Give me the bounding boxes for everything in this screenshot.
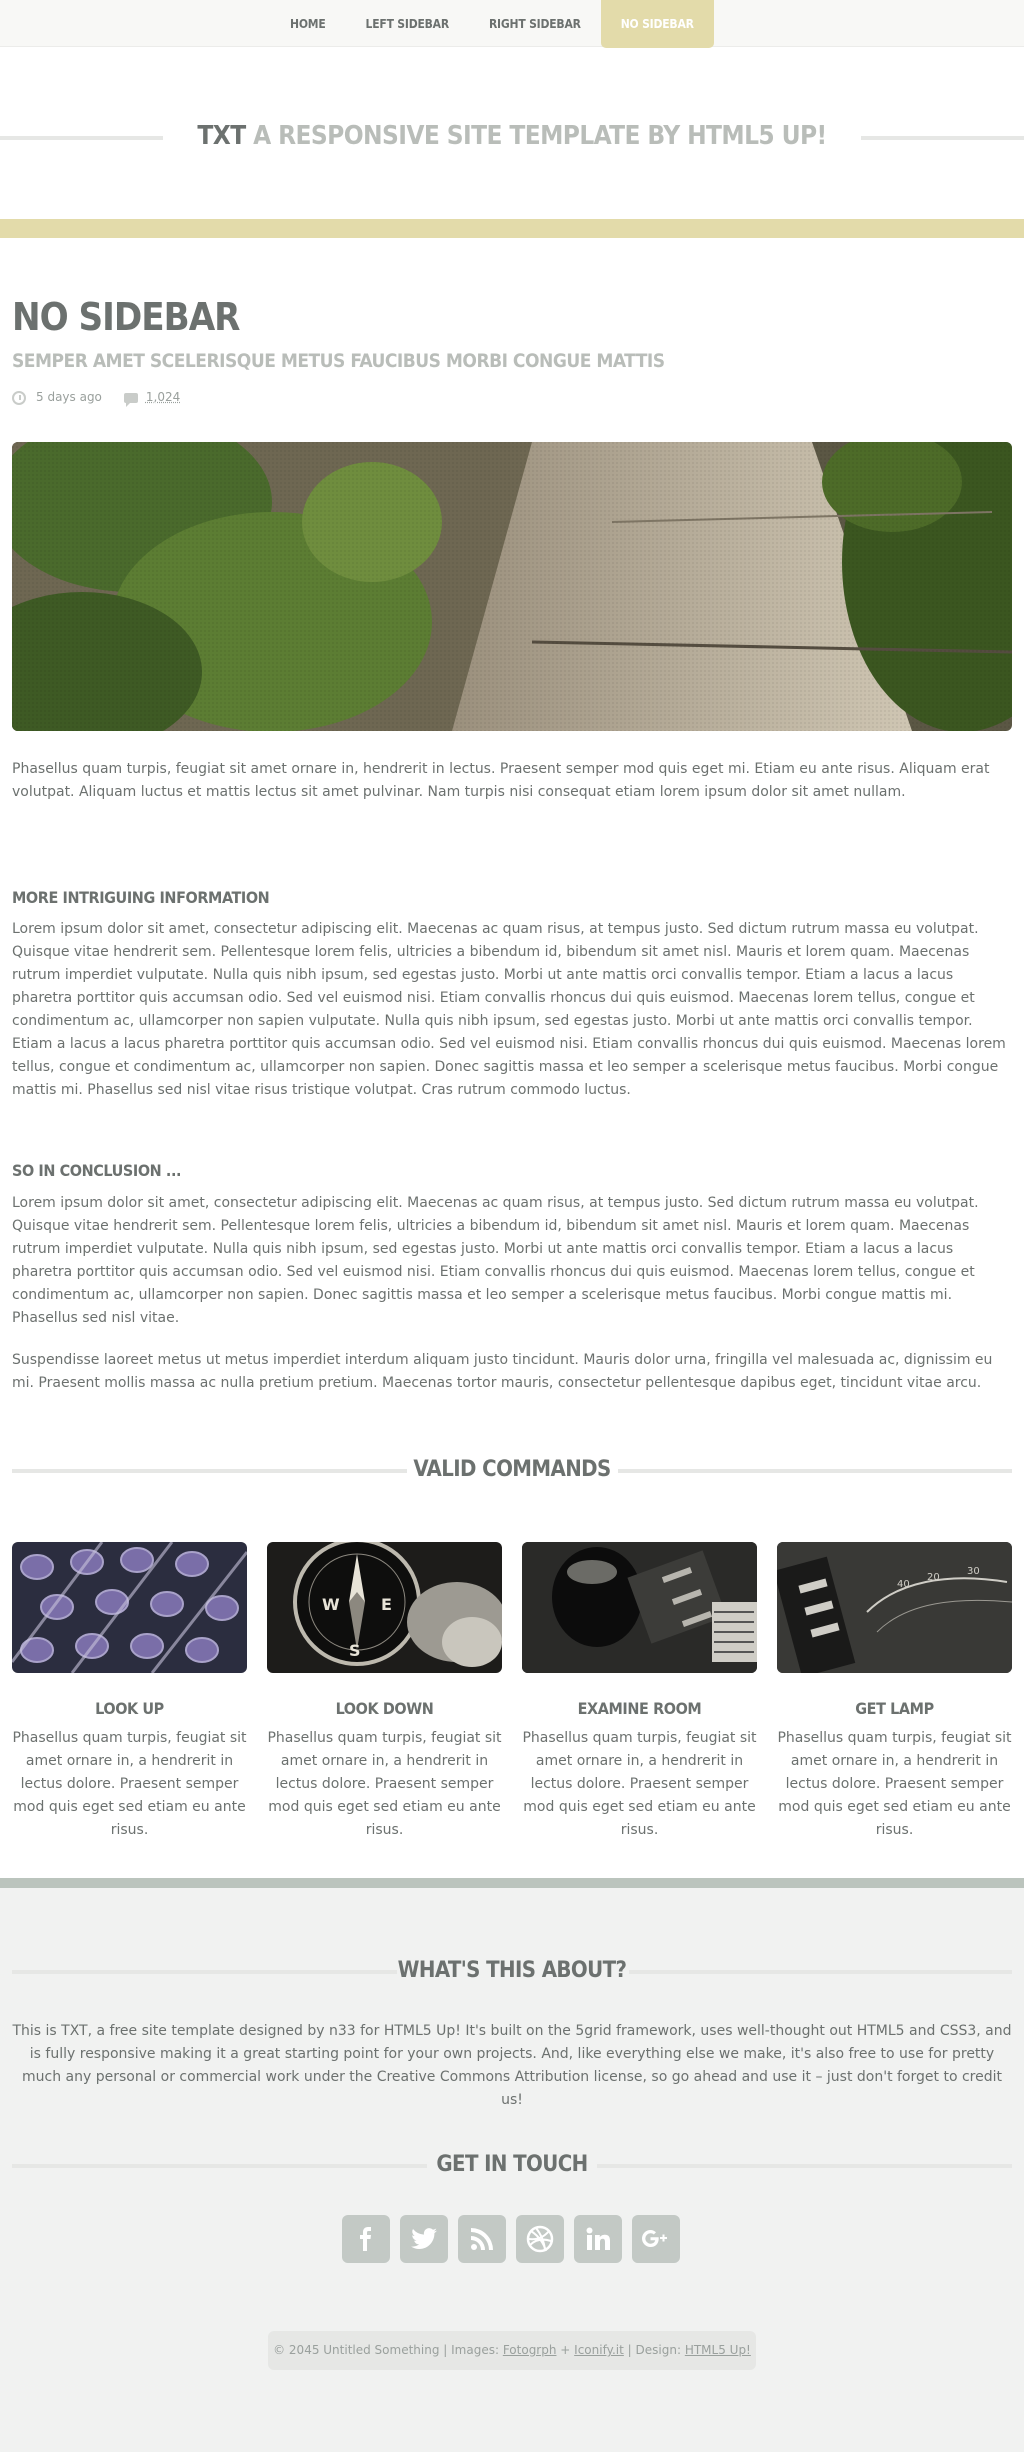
dribbble-icon[interactable]	[516, 2215, 564, 2263]
command-title-look-down: LOOK DOWN	[335, 1699, 434, 1718]
copyright-bar: © 2045 Untitled Something | Images: Foto…	[268, 2331, 756, 2370]
command-thumb-get-lamp[interactable]: 40 20 30	[777, 1542, 1012, 1673]
radio-knob-photo	[522, 1542, 757, 1673]
logo-strong: TXT	[197, 121, 246, 151]
command-card-look-down: W S E LOOK DOWN Phasellus quam turpis, f…	[267, 1542, 502, 1842]
copyright-design: | Design:	[623, 2343, 685, 2357]
social-links	[342, 2215, 680, 2263]
page-subtitle: SEMPER AMET SCELERISQUE METUS FAUCIBUS M…	[12, 350, 665, 372]
accent-bar	[0, 219, 1024, 238]
iconify-link[interactable]: Iconify.it	[574, 2343, 624, 2357]
command-card-examine-room: EXAMINE ROOM Phasellus quam turpis, feug…	[522, 1542, 757, 1842]
copyright-text: © 2045 Untitled Something | Images:	[273, 2343, 503, 2357]
svg-text:S: S	[349, 1641, 361, 1660]
facebook-icon[interactable]	[342, 2215, 390, 2263]
command-text-examine-room: Phasellus quam turpis, feugiat sit amet …	[522, 1730, 757, 1838]
command-thumb-examine-room[interactable]	[522, 1542, 757, 1673]
post-meta: 5 days ago 1,024	[12, 386, 180, 409]
comment-icon	[123, 392, 138, 407]
logo-tagline: A RESPONSIVE SITE TEMPLATE BY HTML5 UP!	[253, 121, 827, 151]
closing-paragraph: Suspendisse laoreet metus ut metus imper…	[12, 1352, 993, 1391]
nav-item-left-sidebar[interactable]: LEFT SIDEBAR	[346, 0, 469, 48]
command-card-look-up: LOOK UP Phasellus quam turpis, feugiat s…	[12, 1542, 247, 1842]
commands-title: VALID COMMANDS	[413, 1457, 611, 1482]
banner-image	[12, 442, 1012, 731]
svg-text:40: 40	[897, 1579, 910, 1590]
keyboard-photo	[12, 1542, 247, 1673]
svg-text:30: 30	[967, 1566, 980, 1577]
twitter-icon[interactable]	[400, 2215, 448, 2263]
contact-title: GET IN TOUCH	[436, 2152, 588, 2177]
tape-deck-photo: 40 20 30	[777, 1542, 1012, 1673]
section-heading-conclusion: SO IN CONCLUSION ...	[12, 1161, 182, 1180]
top-nav: HOME LEFT SIDEBAR RIGHT SIDEBAR NO SIDEB…	[0, 0, 1024, 48]
command-text-look-down: Phasellus quam turpis, feugiat sit amet …	[267, 1730, 502, 1838]
banner-photo	[12, 442, 1012, 731]
nav-menu: HOME LEFT SIDEBAR RIGHT SIDEBAR NO SIDEB…	[270, 0, 714, 48]
command-thumb-look-up[interactable]	[12, 1542, 247, 1673]
site-logo[interactable]: TXT A RESPONSIVE SITE TEMPLATE BY HTML5 …	[0, 121, 1024, 151]
command-thumb-look-down[interactable]: W S E	[267, 1542, 502, 1673]
copyright-plus: +	[556, 2343, 575, 2357]
section-heading-more-info: MORE INTRIGUING INFORMATION	[12, 888, 270, 907]
intro-paragraph: Phasellus quam turpis, feugiat sit amet …	[12, 761, 990, 800]
command-text-look-up: Phasellus quam turpis, feugiat sit amet …	[12, 1730, 247, 1838]
svg-text:20: 20	[927, 1572, 940, 1583]
command-title-examine-room: EXAMINE ROOM	[577, 1699, 702, 1718]
command-title-look-up: LOOK UP	[95, 1699, 164, 1718]
nav-item-right-sidebar[interactable]: RIGHT SIDEBAR	[469, 0, 601, 48]
command-title-get-lamp: GET LAMP	[855, 1699, 934, 1718]
linkedin-icon[interactable]	[574, 2215, 622, 2263]
post-date: 5 days ago	[36, 390, 102, 404]
nav-item-no-sidebar[interactable]: NO SIDEBAR	[600, 0, 714, 48]
section-body-more-info: Lorem ipsum dolor sit amet, consectetur …	[12, 921, 1006, 1098]
page-title: NO SIDEBAR	[12, 295, 240, 339]
command-text-get-lamp: Phasellus quam turpis, feugiat sit amet …	[777, 1730, 1012, 1838]
clock-icon	[12, 390, 26, 405]
compass-photo: W S E	[267, 1542, 502, 1673]
about-heading: WHAT'S THIS ABOUT?	[12, 1956, 1012, 1986]
rss-icon[interactable]	[458, 2215, 506, 2263]
nav-item-home[interactable]: HOME	[270, 0, 346, 48]
fotogrph-link[interactable]: Fotogrph	[503, 2343, 557, 2357]
site-header: TXT A RESPONSIVE SITE TEMPLATE BY HTML5 …	[0, 48, 1024, 219]
html5up-link[interactable]: HTML5 Up!	[685, 2343, 751, 2357]
section-body-conclusion: Lorem ipsum dolor sit amet, consectetur …	[12, 1195, 979, 1326]
about-text: This is TXT, a free site template design…	[12, 2023, 1012, 2108]
comment-count-link[interactable]: 1,024	[146, 386, 180, 409]
svg-text:W: W	[322, 1595, 340, 1614]
command-card-get-lamp: 40 20 30 GET LAMP Phasellus quam turpis, f…	[777, 1542, 1012, 1842]
about-title: WHAT'S THIS ABOUT?	[397, 1958, 627, 1983]
googleplus-icon[interactable]	[632, 2215, 680, 2263]
svg-text:E: E	[381, 1595, 392, 1614]
contact-heading: GET IN TOUCH	[12, 2150, 1012, 2180]
commands-heading: VALID COMMANDS	[12, 1455, 1012, 1485]
